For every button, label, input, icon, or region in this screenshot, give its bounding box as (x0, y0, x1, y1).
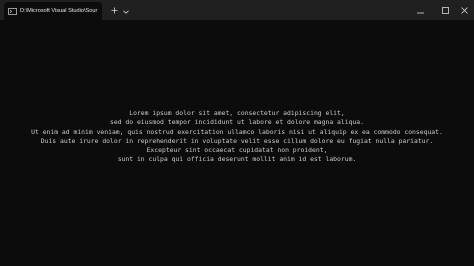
tab-title: D:\Microsoft Visual Studio\Sour (20, 8, 98, 14)
minimize-button[interactable] (405, 0, 435, 20)
output-line: Lorem ipsum dolor sit amet, consectetur … (129, 109, 345, 117)
close-icon (461, 1, 468, 19)
output-line: sunt in culpa qui officia deserunt molli… (117, 155, 357, 164)
output-text: Lorem ipsum dolor sit amet, consectetur … (0, 109, 474, 165)
tab-dropdown-button[interactable] (121, 4, 131, 16)
minimize-icon (416, 1, 424, 19)
new-tab-button[interactable] (108, 4, 120, 16)
terminal-output[interactable]: Lorem ipsum dolor sit amet, consectetur … (0, 20, 474, 266)
plus-icon (111, 1, 118, 19)
output-line: Ut enim ad minim veniam, quis nostrud ex… (31, 127, 443, 136)
title-bar[interactable]: D:\Microsoft Visual Studio\Sour (0, 0, 474, 20)
output-line: Excepteur sint occaecat cupidatat non pr… (146, 146, 328, 155)
maximize-icon (441, 1, 449, 19)
terminal-window: D:\Microsoft Visual Studio\Sour Lorem ip… (0, 0, 474, 266)
output-line: sed do eiusmod tempor incididunt ut labo… (110, 118, 364, 127)
output-line: Duis aute irure dolor in reprehenderit i… (40, 136, 434, 145)
tab-active[interactable]: D:\Microsoft Visual Studio\Sour (4, 2, 102, 20)
maximize-button[interactable] (435, 0, 455, 20)
chevron-down-icon (123, 1, 129, 19)
close-button[interactable] (455, 0, 474, 20)
terminal-icon (8, 7, 17, 15)
